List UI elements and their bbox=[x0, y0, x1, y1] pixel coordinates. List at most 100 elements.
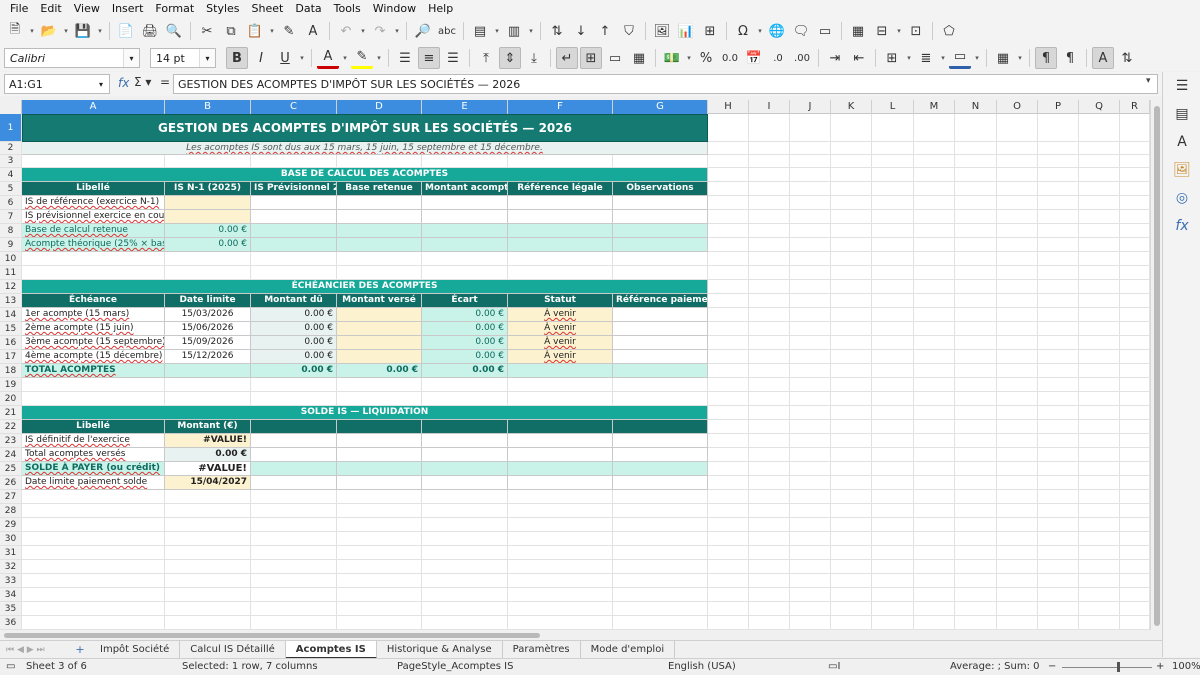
data-cell[interactable] bbox=[251, 238, 337, 252]
font-color-dropdown-icon[interactable]: ▾ bbox=[341, 47, 349, 69]
zoom-in-icon[interactable]: + bbox=[1156, 661, 1164, 672]
header-footer-icon[interactable]: ▭ bbox=[814, 20, 836, 42]
tab-mode-d-emploi[interactable]: Mode d'emploi bbox=[581, 640, 676, 659]
data-cell[interactable] bbox=[508, 448, 613, 462]
data-cell[interactable] bbox=[251, 210, 337, 224]
row-header-15[interactable]: 15 bbox=[0, 322, 22, 336]
navigator-icon[interactable]: ◎ bbox=[1163, 184, 1200, 212]
align-left-icon[interactable]: ☰ bbox=[394, 47, 416, 69]
zoom-out-icon[interactable]: − bbox=[1048, 661, 1056, 672]
row-header-20[interactable]: 20 bbox=[0, 392, 22, 406]
name-box[interactable]: A1:G1 ▾ bbox=[4, 74, 110, 94]
status-page-style[interactable]: PageStyle_Acomptes IS bbox=[397, 661, 513, 672]
data-cell[interactable] bbox=[613, 336, 708, 350]
split-window-icon[interactable]: ⊡ bbox=[905, 20, 927, 42]
percent-format-icon[interactable]: % bbox=[695, 47, 717, 69]
data-cell[interactable]: 0.00 € bbox=[422, 350, 508, 364]
row-label[interactable]: 1er acompte (15 mars) bbox=[22, 308, 165, 322]
clone-formatting-icon[interactable]: ✎ bbox=[278, 20, 300, 42]
row-header-11[interactable]: 11 bbox=[0, 266, 22, 280]
tab-imp-t-soci-t-[interactable]: Impôt Société bbox=[90, 640, 181, 659]
header-cell[interactable]: Montant acompte bbox=[422, 182, 508, 196]
font-size-dropdown-icon[interactable]: ▾ bbox=[199, 49, 215, 67]
row-label[interactable]: Acompte théorique (25% × base) bbox=[22, 238, 165, 252]
data-cell[interactable] bbox=[613, 196, 708, 210]
data-cell[interactable] bbox=[422, 434, 508, 448]
data-cell[interactable] bbox=[337, 238, 422, 252]
row-header-16[interactable]: 16 bbox=[0, 336, 22, 350]
find-replace-icon[interactable]: 🔎 bbox=[412, 20, 434, 42]
data-cell[interactable] bbox=[422, 476, 508, 490]
data-cell[interactable]: 0.00 € bbox=[165, 448, 251, 462]
vertical-scrollbar[interactable] bbox=[1150, 100, 1162, 630]
total-cell[interactable] bbox=[613, 364, 708, 378]
data-cell[interactable]: 15/03/2026 bbox=[165, 308, 251, 322]
name-box-dropdown-icon[interactable]: ▾ bbox=[93, 75, 109, 93]
underline-icon[interactable]: U bbox=[274, 47, 296, 69]
data-cell[interactable] bbox=[508, 210, 613, 224]
row-header-21[interactable]: 21 bbox=[0, 406, 22, 420]
row-header-23[interactable]: 23 bbox=[0, 434, 22, 448]
status-badge[interactable]: À venir bbox=[508, 336, 613, 350]
delete-decimal-icon[interactable]: .00 bbox=[791, 47, 813, 69]
data-cell[interactable] bbox=[613, 462, 708, 476]
increase-indent-icon[interactable]: ⇥ bbox=[824, 47, 846, 69]
column-header-g[interactable]: G bbox=[613, 100, 708, 114]
currency-format-icon[interactable]: 💵 bbox=[661, 47, 683, 69]
data-cell[interactable] bbox=[613, 448, 708, 462]
row-label[interactable]: Total acomptes versés bbox=[22, 448, 165, 462]
menu-sheet[interactable]: Sheet bbox=[246, 2, 290, 15]
define-print-area-icon[interactable]: ▦ bbox=[847, 20, 869, 42]
row-header-31[interactable]: 31 bbox=[0, 546, 22, 560]
row-icon[interactable]: ▤ bbox=[469, 20, 491, 42]
column-dropdown-icon[interactable]: ▾ bbox=[527, 20, 535, 42]
header-cell[interactable]: Référence paiement bbox=[613, 294, 708, 308]
row-header-24[interactable]: 24 bbox=[0, 448, 22, 462]
tab-navigation[interactable]: ⏮ ◀ ▶ ⏭ bbox=[0, 641, 70, 659]
align-center-icon[interactable]: ≡ bbox=[418, 47, 440, 69]
data-cell[interactable] bbox=[165, 196, 251, 210]
spelling-icon[interactable]: abc bbox=[436, 20, 458, 42]
special-character-icon[interactable]: Ω bbox=[732, 20, 754, 42]
row-header-19[interactable]: 19 bbox=[0, 378, 22, 392]
row-header-5[interactable]: 5 bbox=[0, 182, 22, 196]
column-header-c[interactable]: C bbox=[251, 100, 337, 114]
align-bottom-icon[interactable]: ⤓ bbox=[523, 47, 545, 69]
column-icon[interactable]: ▥ bbox=[503, 20, 525, 42]
merge-cells-icon[interactable]: ▭ bbox=[604, 47, 626, 69]
data-cell[interactable] bbox=[337, 336, 422, 350]
row-header-9[interactable]: 9 bbox=[0, 238, 22, 252]
row-header-13[interactable]: 13 bbox=[0, 294, 22, 308]
copy-icon[interactable]: ⧉ bbox=[220, 20, 242, 42]
header-cell[interactable]: Base retenue bbox=[337, 182, 422, 196]
export-pdf-icon[interactable]: 📄 bbox=[115, 20, 137, 42]
row-label[interactable]: Base de calcul retenue bbox=[22, 224, 165, 238]
data-cell[interactable] bbox=[251, 476, 337, 490]
row-label[interactable]: IS prévisionnel exercice en cours bbox=[22, 210, 165, 224]
row-header-12[interactable]: 12 bbox=[0, 280, 22, 294]
row-header-34[interactable]: 34 bbox=[0, 588, 22, 602]
data-cell[interactable] bbox=[337, 196, 422, 210]
data-cell[interactable] bbox=[337, 476, 422, 490]
total-label[interactable]: TOTAL ACOMPTES bbox=[22, 364, 165, 378]
formula-input[interactable]: GESTION DES ACOMPTES D'IMPÔT SUR LES SOC… bbox=[173, 74, 1158, 94]
borders-dropdown-icon[interactable]: ▾ bbox=[905, 47, 913, 69]
data-cell[interactable]: 15/12/2026 bbox=[165, 350, 251, 364]
conditional-format-icon[interactable]: ▦ bbox=[992, 47, 1014, 69]
data-cell[interactable]: 0.00 € bbox=[251, 308, 337, 322]
left-to-right-icon[interactable]: ¶ bbox=[1035, 47, 1057, 69]
data-cell[interactable] bbox=[422, 238, 508, 252]
insert-image-icon[interactable]: 🖼 bbox=[651, 20, 673, 42]
unmerge-cells-icon[interactable]: ▦ bbox=[628, 47, 650, 69]
open-folder-icon[interactable]: 📂 bbox=[38, 20, 60, 42]
font-size-box[interactable]: 14 pt ▾ bbox=[150, 48, 216, 68]
data-cell[interactable] bbox=[251, 462, 337, 476]
font-color-icon[interactable]: A bbox=[317, 47, 339, 69]
sort-icon[interactable]: ⇅ bbox=[546, 20, 568, 42]
data-cell[interactable] bbox=[613, 238, 708, 252]
italic-icon[interactable]: I bbox=[250, 47, 272, 69]
borders-icon[interactable]: ⊞ bbox=[881, 47, 903, 69]
data-cell[interactable] bbox=[422, 210, 508, 224]
functions-icon[interactable]: fx bbox=[1163, 212, 1200, 240]
row-header-6[interactable]: 6 bbox=[0, 196, 22, 210]
